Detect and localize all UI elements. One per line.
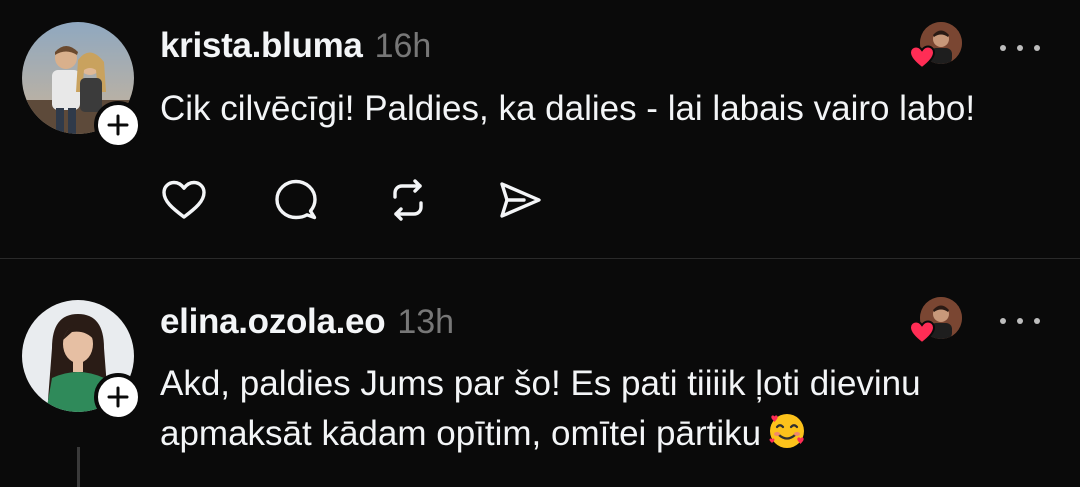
action-bar	[160, 176, 608, 224]
reply-post: elina.ozola.eo 13h Akd, paldies Jums par…	[0, 259, 1080, 487]
dot	[1034, 318, 1040, 324]
follow-button[interactable]	[94, 373, 142, 421]
heart-icon	[162, 180, 206, 219]
post-header: krista.bluma 16h	[160, 26, 431, 66]
repost-icon	[393, 179, 423, 221]
post-text: Cik cilvēcīgi! Paldies, ka dalies - lai …	[160, 89, 976, 128]
more-options-button[interactable]	[1000, 38, 1040, 58]
dot	[1017, 318, 1023, 324]
dot	[1000, 45, 1006, 51]
dot	[1017, 45, 1023, 51]
dot	[1034, 45, 1040, 51]
follow-button[interactable]	[94, 101, 142, 149]
timestamp: 16h	[374, 27, 432, 65]
thread-line	[77, 447, 80, 487]
reply-post: krista.bluma 16h Cik cilvēcīgi! Paldies,…	[0, 0, 1080, 258]
more-options-button[interactable]	[1000, 311, 1040, 331]
comment-icon	[275, 179, 317, 220]
timestamp: 13h	[397, 303, 455, 341]
plus-icon	[107, 114, 129, 136]
heart-icon	[908, 320, 936, 345]
username[interactable]: elina.ozola.eo	[160, 302, 386, 342]
liked-by-author-indicator	[908, 22, 962, 76]
heart-icon	[908, 45, 936, 70]
post-header: elina.ozola.eo 13h	[160, 302, 454, 342]
post-text: Akd, paldies Jums par šo! Es pati tiiiik…	[160, 359, 1060, 459]
liked-by-author-indicator	[908, 297, 962, 351]
username[interactable]: krista.bluma	[160, 26, 363, 66]
plus-icon	[107, 386, 129, 408]
reply-button[interactable]	[272, 176, 320, 224]
repost-button[interactable]	[384, 176, 432, 224]
smiling-face-with-hearts-icon	[769, 414, 805, 448]
share-button[interactable]	[496, 176, 544, 224]
like-button[interactable]	[160, 176, 208, 224]
share-icon	[500, 182, 541, 218]
dot	[1000, 318, 1006, 324]
